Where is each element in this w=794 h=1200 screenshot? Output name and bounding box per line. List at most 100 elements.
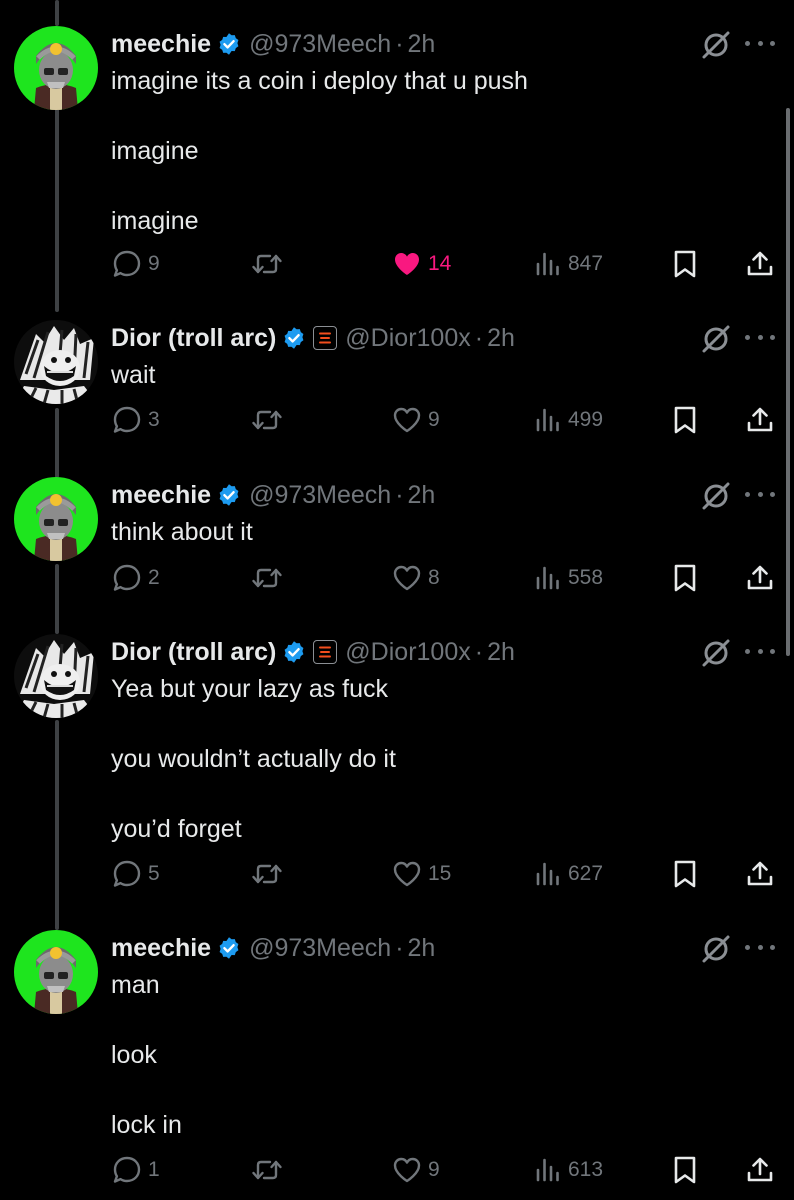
share-button[interactable]: [745, 400, 775, 440]
tweet-text-line: imagine its a coin i deploy that u push: [111, 67, 528, 95]
tweet-actions: 5 15 627: [0, 854, 794, 894]
views-button[interactable]: 613: [534, 1150, 603, 1190]
like-count: 8: [428, 566, 440, 589]
handle[interactable]: @973Meech: [249, 30, 391, 59]
separator-dot: ·: [395, 480, 404, 509]
like-count: 14: [428, 252, 452, 275]
reply-count: 9: [148, 252, 160, 275]
views-button[interactable]: 499: [534, 400, 603, 440]
bookmark-button[interactable]: [672, 400, 698, 440]
repost-button[interactable]: [250, 400, 290, 440]
timestamp[interactable]: 2h: [408, 30, 436, 59]
handle[interactable]: @973Meech: [249, 481, 391, 510]
display-name[interactable]: meechie: [111, 481, 211, 510]
more-options-icon[interactable]: [745, 639, 775, 663]
affiliate-badge-icon[interactable]: [313, 326, 338, 350]
views-icon: [536, 1158, 559, 1182]
handle[interactable]: @Dior100x: [345, 324, 470, 353]
grok-icon[interactable]: [700, 933, 732, 965]
views-button[interactable]: 847: [534, 244, 603, 284]
tweet-text-line: imagine: [111, 207, 199, 235]
repost-button[interactable]: [250, 854, 290, 894]
more-options-icon[interactable]: [745, 31, 775, 55]
heart-icon: [393, 1157, 421, 1183]
tweet-text-line: think about it: [111, 518, 253, 546]
tweet-header: Dior (troll arc) @Dior100x · 2h: [111, 634, 515, 670]
reply-button[interactable]: 2: [112, 558, 160, 598]
display-name[interactable]: meechie: [111, 30, 211, 59]
share-icon: [747, 1157, 773, 1182]
handle[interactable]: @Dior100x: [345, 638, 470, 667]
display-name[interactable]: Dior (troll arc): [111, 324, 276, 353]
views-button[interactable]: 558: [534, 558, 603, 598]
repost-button[interactable]: [250, 244, 290, 284]
bookmark-button[interactable]: [672, 1150, 698, 1190]
views-button[interactable]: 627: [534, 854, 603, 894]
share-button[interactable]: [745, 854, 775, 894]
timestamp[interactable]: 2h: [408, 481, 436, 510]
handle[interactable]: @973Meech: [249, 934, 391, 963]
display-name[interactable]: Dior (troll arc): [111, 638, 276, 667]
grok-icon[interactable]: [700, 637, 732, 669]
timestamp[interactable]: 2h: [408, 934, 436, 963]
thread-line: [55, 720, 59, 930]
bookmark-button[interactable]: [672, 244, 698, 284]
tweet-text: think about it: [111, 515, 751, 550]
reply-button[interactable]: 3: [112, 400, 160, 440]
reply-icon: [113, 860, 141, 887]
avatar-meechie[interactable]: [14, 26, 98, 110]
verified-badge-icon: [217, 483, 241, 507]
more-options-icon[interactable]: [745, 482, 775, 506]
tweet-header: meechie @973Meech · 2h: [111, 930, 435, 966]
separator-dot: ·: [474, 323, 484, 352]
views-icon: [536, 566, 559, 590]
like-button[interactable]: 15: [392, 854, 451, 894]
repost-button[interactable]: [250, 1150, 290, 1190]
more-options-icon[interactable]: [745, 325, 775, 349]
avatar-dior[interactable]: [14, 320, 98, 404]
tweet-text-line: man: [111, 971, 160, 999]
avatar-meechie[interactable]: [14, 930, 98, 1014]
reply-button[interactable]: 1: [112, 1150, 160, 1190]
tweet-text: imagine its a coin i deploy that u push …: [111, 64, 751, 239]
bookmark-icon: [674, 250, 696, 278]
tweet-text: Yea but your lazy as fuck you wouldn’t a…: [111, 672, 751, 847]
bookmark-button[interactable]: [672, 558, 698, 598]
like-button[interactable]: 14: [392, 244, 451, 284]
affiliate-badge-icon[interactable]: [313, 640, 338, 664]
bookmark-button[interactable]: [672, 854, 698, 894]
tweet-text-line: imagine: [111, 137, 199, 165]
share-button[interactable]: [745, 558, 775, 598]
grok-icon[interactable]: [700, 29, 732, 61]
views-count: 613: [568, 1158, 604, 1181]
tweet-text: wait: [111, 358, 751, 393]
reply-button[interactable]: 5: [112, 854, 160, 894]
verified-badge-icon: [217, 32, 241, 56]
bookmark-icon: [674, 1156, 696, 1184]
repost-icon: [252, 568, 282, 588]
avatar-meechie[interactable]: [14, 477, 98, 561]
tweet-actions: 2 8 558: [0, 558, 794, 598]
tweet-actions: 3 9 499: [0, 400, 794, 440]
timestamp[interactable]: 2h: [487, 638, 515, 667]
repost-button[interactable]: [250, 558, 290, 598]
bookmark-icon: [674, 406, 696, 434]
reply-count: 5: [148, 862, 160, 885]
reply-count: 2: [148, 566, 160, 589]
grok-icon[interactable]: [700, 480, 732, 512]
more-options-icon[interactable]: [745, 935, 775, 959]
views-icon: [536, 408, 559, 432]
tweet-header: meechie @973Meech · 2h: [111, 26, 435, 62]
display-name[interactable]: meechie: [111, 934, 211, 963]
like-button[interactable]: 9: [392, 400, 440, 440]
share-icon: [747, 407, 773, 432]
like-count: 15: [428, 862, 452, 885]
like-button[interactable]: 8: [392, 558, 440, 598]
timestamp[interactable]: 2h: [487, 324, 515, 353]
like-button[interactable]: 9: [392, 1150, 440, 1190]
share-button[interactable]: [745, 1150, 775, 1190]
share-button[interactable]: [745, 244, 775, 284]
avatar-dior[interactable]: [14, 634, 98, 718]
grok-icon[interactable]: [700, 323, 732, 355]
reply-button[interactable]: 9: [112, 244, 160, 284]
